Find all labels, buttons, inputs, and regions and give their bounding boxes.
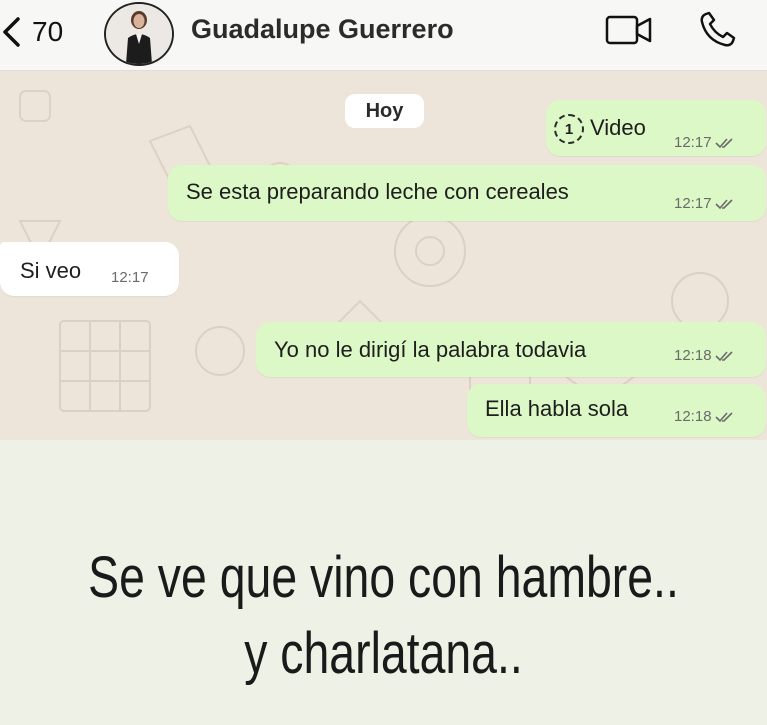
caption-line-1: Se ve que vino con hambre.. bbox=[88, 545, 679, 610]
chat-area: Hoy 1 Video 12:17 Se esta preparando lec… bbox=[0, 71, 767, 440]
message-time: 12:17 bbox=[674, 195, 735, 212]
message-time: 12:17 bbox=[111, 269, 149, 286]
message-text: Video bbox=[590, 115, 646, 140]
message-time: 12:18 bbox=[674, 347, 735, 364]
message-text: Yo no le dirigí la palabra todavia bbox=[274, 337, 587, 362]
caption-line-2: y charlatana.. bbox=[244, 621, 523, 686]
double-check-icon bbox=[714, 198, 733, 209]
unread-count: 70 bbox=[32, 16, 64, 47]
double-check-icon bbox=[714, 350, 733, 361]
message-bubble-outgoing[interactable]: Ella habla sola 12:18 bbox=[467, 384, 766, 437]
view-once-icon: 1 bbox=[554, 114, 584, 144]
message-text: Si veo bbox=[20, 258, 82, 283]
back-button[interactable]: 70 bbox=[0, 12, 63, 52]
video-call-icon[interactable] bbox=[605, 14, 653, 46]
chevron-left-icon bbox=[3, 17, 20, 47]
avatar[interactable] bbox=[104, 2, 174, 66]
overlay-caption: Se ve que vino con hambre.. y charlatana… bbox=[77, 540, 691, 692]
contact-name[interactable]: Guadalupe Guerrero bbox=[191, 14, 454, 45]
message-bubble-outgoing[interactable]: Yo no le dirigí la palabra todavia 12:18 bbox=[256, 322, 766, 377]
double-check-icon bbox=[714, 137, 733, 148]
message-bubble-video[interactable]: 1 Video 12:17 bbox=[546, 100, 766, 156]
message-time: 12:18 bbox=[674, 408, 735, 425]
chat-header: 70 Guadalupe Guerrero bbox=[0, 0, 767, 71]
double-check-icon bbox=[714, 411, 733, 422]
message-text: Ella habla sola bbox=[485, 396, 629, 421]
message-bubble-outgoing[interactable]: Se esta preparando leche con cereales 12… bbox=[168, 165, 766, 221]
message-text: Se esta preparando leche con cereales bbox=[186, 179, 569, 204]
message-time: 12:17 bbox=[674, 134, 735, 151]
day-separator: Hoy bbox=[345, 94, 424, 128]
phone-icon[interactable] bbox=[697, 10, 737, 50]
message-bubble-incoming[interactable]: Si veo 12:17 bbox=[0, 242, 179, 296]
